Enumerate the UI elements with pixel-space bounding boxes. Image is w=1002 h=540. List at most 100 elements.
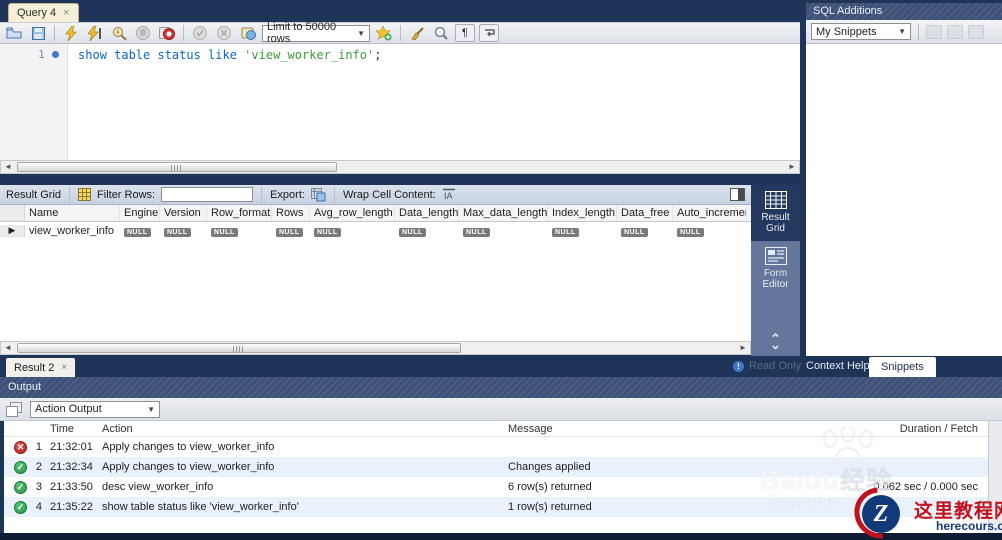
time-column-header[interactable]: Time xyxy=(46,423,98,435)
copy-snippet-icon[interactable] xyxy=(968,25,984,39)
panel-layout-icon[interactable] xyxy=(730,188,745,201)
column-header[interactable]: Data_free xyxy=(617,205,673,221)
insert-snippet-icon[interactable] xyxy=(947,25,963,39)
cell-avg-row-length[interactable]: NULL xyxy=(310,225,395,237)
null-badge: NULL xyxy=(211,228,238,237)
sql-additions-header: SQL Additions xyxy=(806,3,1002,20)
tab-query-4[interactable]: Query 4 × xyxy=(8,3,79,22)
sidebar-collapse-chevrons-icon[interactable]: ⌃⌄ xyxy=(751,334,800,350)
output-row[interactable]: ✓ 2 21:32:34 Apply changes to view_worke… xyxy=(4,457,988,477)
scroll-left-arrow-icon[interactable]: ◄ xyxy=(2,162,14,172)
scrollbar-thumb[interactable] xyxy=(17,343,461,353)
snippets-list[interactable] xyxy=(806,44,1002,356)
wrap-cell-icon[interactable]: IA xyxy=(442,188,456,201)
filter-rows-input[interactable] xyxy=(161,187,253,202)
execute-script-button[interactable] xyxy=(61,24,81,42)
commit-button[interactable] xyxy=(190,24,210,42)
message-column-header[interactable]: Message xyxy=(504,423,818,435)
sql-string-literal: 'view_worker_info' xyxy=(244,48,374,62)
cell-version[interactable]: NULL xyxy=(160,225,207,237)
duration-column-header[interactable]: Duration / Fetch xyxy=(818,423,988,435)
autocommit-icon xyxy=(241,26,256,40)
beautify-query-button[interactable] xyxy=(407,24,427,42)
explain-query-button[interactable] xyxy=(109,24,129,42)
sql-code-editor[interactable]: 1 show table status like 'view_worker_in… xyxy=(0,44,800,160)
cell-engine[interactable]: NULL xyxy=(120,225,160,237)
save-snippet-button[interactable] xyxy=(374,24,394,42)
execute-statement-button[interactable] xyxy=(85,24,105,42)
tab-result-2[interactable]: Result 2 × xyxy=(6,358,75,377)
word-wrap-icon xyxy=(484,28,495,38)
success-icon: ✓ xyxy=(14,461,27,474)
line-number: 1 xyxy=(38,48,45,61)
table-row[interactable]: ▶ view_worker_info NULL NULL NULL NULL N… xyxy=(0,222,751,240)
column-header[interactable]: Engine xyxy=(120,205,160,221)
find-button[interactable] xyxy=(431,24,451,42)
close-icon[interactable]: × xyxy=(63,7,69,19)
scroll-right-arrow-icon[interactable]: ► xyxy=(786,162,798,172)
column-header[interactable]: Data_length xyxy=(395,205,459,221)
cell-data-free[interactable]: NULL xyxy=(617,225,673,237)
stop-hand-icon xyxy=(136,26,150,40)
output-type-value: Action Output xyxy=(35,403,102,415)
folder-icon xyxy=(6,27,22,39)
column-header[interactable]: Auto_increment xyxy=(673,205,747,221)
save-button[interactable] xyxy=(28,24,48,42)
action-column-header[interactable]: Action xyxy=(98,423,504,435)
sidebar-item-form-editor[interactable]: Form Editor xyxy=(751,241,800,297)
column-header[interactable]: Row_format xyxy=(207,205,272,221)
limit-rows-dropdown[interactable]: Limit to 50000 rows ▼ xyxy=(262,25,370,42)
rollback-button[interactable] xyxy=(214,24,234,42)
sql-additions-panel: SQL Additions My Snippets ▼ xyxy=(806,0,1002,356)
column-header[interactable]: Max_data_length xyxy=(459,205,548,221)
replace-snippet-icon[interactable] xyxy=(926,25,942,39)
output-row[interactable]: ✓ 3 21:33:50 desc view_worker_info 6 row… xyxy=(4,477,988,497)
output-type-dropdown[interactable]: Action Output ▼ xyxy=(30,401,160,418)
cell-data-length[interactable]: NULL xyxy=(395,225,459,237)
column-header[interactable]: Version xyxy=(160,205,207,221)
scroll-right-arrow-icon[interactable]: ► xyxy=(737,343,749,353)
column-header[interactable]: Avg_row_length xyxy=(310,205,395,221)
editor-horizontal-scrollbar[interactable]: ◄ ► xyxy=(0,160,800,174)
null-badge: NULL xyxy=(124,228,151,237)
row-time: 21:33:50 xyxy=(46,481,98,493)
sidebar-item-result-grid[interactable]: Result Grid xyxy=(751,185,800,241)
toggle-stop-on-error-button[interactable] xyxy=(157,24,177,42)
row-index: 4 xyxy=(30,501,46,513)
scrollbar-thumb[interactable] xyxy=(17,162,337,172)
cell-name[interactable]: view_worker_info xyxy=(25,225,120,237)
cell-auto-increment[interactable]: NULL xyxy=(673,225,747,237)
grid-icon xyxy=(78,188,91,201)
tab-snippets[interactable]: Snippets xyxy=(869,357,936,377)
show-invisibles-button[interactable]: ¶ xyxy=(455,24,475,42)
sql-statement: show table status like 'view_worker_info… xyxy=(78,48,381,62)
scroll-left-arrow-icon[interactable]: ◄ xyxy=(2,343,14,353)
floppy-icon xyxy=(32,27,45,40)
stop-query-button[interactable] xyxy=(133,24,153,42)
close-icon[interactable]: × xyxy=(61,362,67,373)
result-grid-label: Result Grid xyxy=(6,189,61,201)
row-selector[interactable]: ▶ xyxy=(0,225,25,237)
snippets-dropdown[interactable]: My Snippets ▼ xyxy=(811,23,911,40)
cell-max-data-length[interactable]: NULL xyxy=(459,225,548,237)
output-log: Time Action Message Duration / Fetch ✕ 1… xyxy=(4,421,988,533)
cell-row-format[interactable]: NULL xyxy=(207,225,272,237)
export-icon[interactable] xyxy=(311,188,326,202)
result-grid-horizontal-scrollbar[interactable]: ◄ ► xyxy=(0,341,751,355)
row-index: 1 xyxy=(30,441,46,453)
column-header[interactable]: Name xyxy=(25,205,120,221)
column-header[interactable]: Index_length xyxy=(548,205,617,221)
wrap-text-button[interactable] xyxy=(479,24,499,42)
column-header[interactable]: Rows xyxy=(272,205,310,221)
chevron-down-icon: ▼ xyxy=(147,405,155,414)
svg-text:IA: IA xyxy=(444,191,453,201)
tab-context-help[interactable]: Context Help xyxy=(806,360,870,372)
output-row[interactable]: ✕ 1 21:32:01 Apply changes to view_worke… xyxy=(4,437,988,457)
result-grid-toolbar: Result Grid Filter Rows: Export: Wrap Ce… xyxy=(0,185,751,205)
cell-index-length[interactable]: NULL xyxy=(548,225,617,237)
site-logo: Z 这里教程网 herecours.com xyxy=(852,488,1002,540)
toggle-autocommit-button[interactable] xyxy=(238,24,258,42)
open-file-button[interactable] xyxy=(4,24,24,42)
cell-rows[interactable]: NULL xyxy=(272,225,310,237)
output-row[interactable]: ✓ 4 21:35:22 show table status like 'vie… xyxy=(4,497,988,517)
